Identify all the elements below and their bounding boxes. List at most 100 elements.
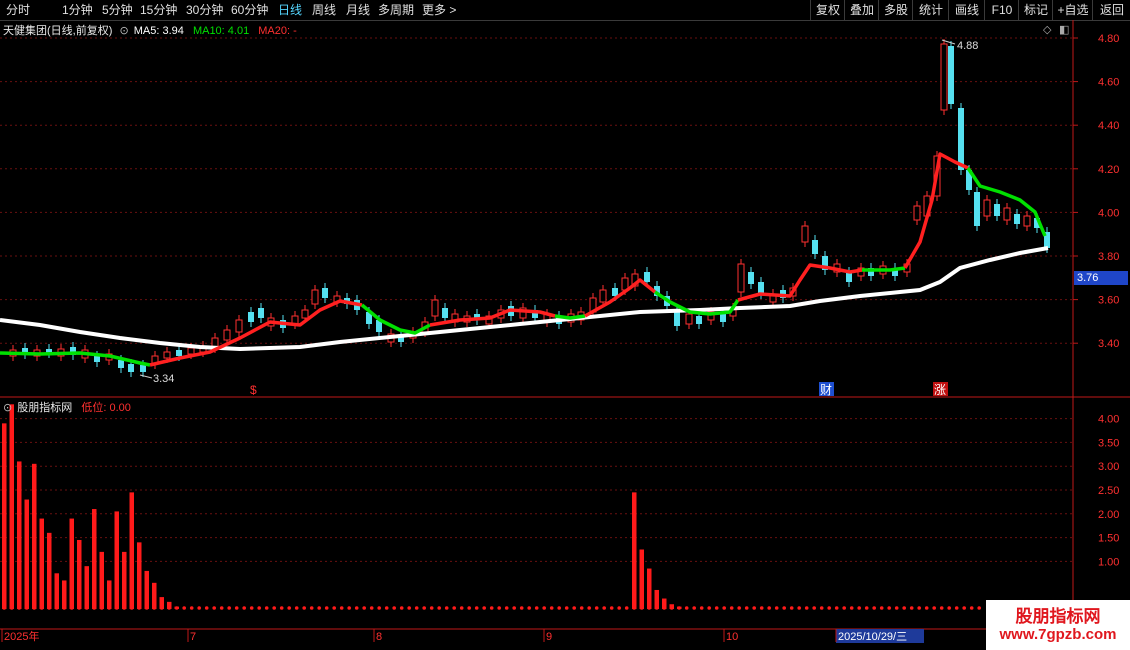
candle-body [948,46,954,104]
indicator-bar [647,568,652,609]
stock-title: 天健集团(日线,前复权) [3,25,113,37]
indicator-tick-label: 2.00 [1098,509,1119,521]
indicator-dot [512,606,516,610]
indicator-dot [789,606,794,610]
indicator-dot [242,606,246,610]
indicator-dot [399,606,404,610]
indicator-dot [932,606,936,610]
diamond-icon[interactable]: ◇ [1043,23,1051,36]
indicator-dot [587,606,591,610]
indicator-dot [857,606,861,610]
indicator-dot [797,606,801,610]
period-tab-monthly[interactable]: 月线 [346,2,370,18]
indicator-bar [32,463,37,609]
indicator-tick-label: 4.00 [1098,414,1119,426]
period-tab-1min[interactable]: 1分钟 [62,2,93,18]
period-tab-5min[interactable]: 5分钟 [102,2,133,18]
indicator-dot [774,606,779,610]
restore-rights-button[interactable]: 复权 [810,0,845,20]
candle-body [1023,215,1031,227]
candle-body [94,356,100,362]
indicator-dot [159,606,164,610]
period-tab-daily[interactable]: 日线 [278,2,302,18]
indicator-dot [752,606,756,610]
period-tab-60min[interactable]: 60分钟 [231,2,268,18]
period-tab-multi[interactable]: 多周期 [378,2,414,18]
period-tab-15min[interactable]: 15分钟 [140,2,177,18]
f10-button[interactable]: F10 [984,0,1019,20]
indicator-dot [437,606,442,610]
kline-chart[interactable]: 4.80 4.60 4.40 4.20 4.00 3.80 3.60 3.40 4.00 3.5… [0,20,1130,650]
indicator-dot [452,606,457,610]
indicator-dot [909,606,914,610]
ma-trend-line [0,152,1047,367]
indicator-dot [122,606,126,610]
indicator-dot [422,606,427,610]
mark-button[interactable]: 标记 [1018,0,1053,20]
window-toggle-icon[interactable]: ◧ [1059,23,1069,36]
dividend-marker[interactable]: $ [250,383,257,397]
watermark-url: www.7gpzb.com [999,626,1117,643]
low-annotation: 3.34 [139,373,174,385]
period-tab-30min[interactable]: 30分钟 [186,2,223,18]
indicator-bar [639,549,644,609]
price-axis: 4.80 4.60 4.40 4.20 4.00 3.80 3.60 3.40 [1073,33,1119,350]
price-tick-label: 3.80 [1098,251,1119,263]
indicator-dot [849,606,854,610]
indicator-dot [759,606,764,610]
x-axis-labels: 2025年 7 8 9 10 2025/10/29/三 [1,629,924,643]
indicator-dot [579,606,584,610]
indicator-axis: 4.00 3.50 3.00 2.50 2.00 1.50 1.00 [1098,414,1119,569]
candle-body [140,365,146,372]
indicator-bars [2,404,981,610]
period-tab-more[interactable]: 更多 > [422,2,456,18]
candle-body [696,316,702,324]
indicator-dot [459,606,464,610]
indicator-dot [227,606,231,610]
add-watchlist-button[interactable]: +自选 [1052,0,1093,20]
indicator-bar [632,492,637,609]
candle-body [983,199,991,217]
indicator-dot [362,606,367,610]
price-tick-label: 3.60 [1098,295,1119,307]
draw-line-button[interactable]: 画线 [948,0,985,20]
price-tick-label: 4.60 [1098,77,1119,89]
indicator-dot [54,606,59,610]
collapse-icon[interactable]: ⊙ [3,402,12,414]
indicator-tick-label: 1.00 [1098,556,1119,568]
indicator-dot [182,606,186,610]
candle-body [311,289,319,305]
indicator-dot [129,606,134,610]
finance-marker[interactable]: 财 [820,383,832,397]
period-tab-weekly[interactable]: 周线 [312,2,336,18]
indicator-dot [264,606,269,610]
indicator-dot [9,606,14,610]
indicator-dot [684,606,689,610]
indicator-dot [924,606,929,610]
indicator-dot [234,606,239,610]
multi-stock-button[interactable]: 多股 [878,0,913,20]
candle-body [128,364,134,372]
indicator-bar [107,580,112,609]
indicator-bar [129,492,134,609]
indicator-dot [542,606,546,610]
indicator-dot [2,606,6,610]
indicator-dot [654,606,659,610]
indicator-dot [707,606,711,610]
back-button[interactable]: 返回 [1092,0,1130,20]
candle-body [301,309,309,319]
indicator-dot [377,606,382,610]
indicator-dot [32,606,36,610]
overlay-button[interactable]: 叠加 [844,0,879,20]
indicator-bar [9,404,14,609]
collapse-icon[interactable]: ⊙ [119,25,128,37]
statistics-button[interactable]: 统计 [912,0,949,20]
indicator-dot [842,606,846,610]
high-annotation-text: 4.88 [957,40,978,52]
indicator-dot [39,606,44,610]
indicator-dot [737,606,741,610]
limit-up-marker[interactable]: 涨 [934,382,946,397]
period-tab-fenshi[interactable]: 分时 [6,2,30,18]
indicator-dot [527,606,531,610]
indicator-bar [17,461,22,609]
